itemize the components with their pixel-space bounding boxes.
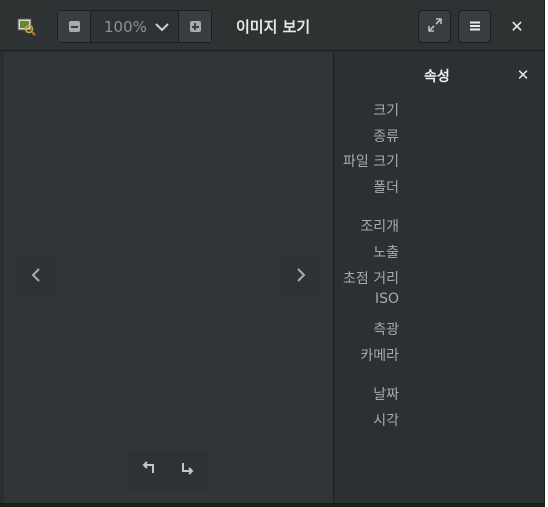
close-icon: ✕ — [510, 16, 524, 36]
zoom-in-button[interactable] — [178, 11, 211, 42]
close-icon: ✕ — [516, 66, 530, 84]
fullscreen-button[interactable] — [418, 10, 451, 43]
image-viewer-window: 100% 이미지 보기 ✕ 속성 ✕ 크기 종류 파일 크기 폴더 조리개 노출… — [0, 0, 545, 504]
chevron-left-icon — [31, 264, 41, 288]
property-label-folder: 폴더 — [373, 180, 399, 196]
rotate-right-icon — [181, 460, 195, 480]
rotate-left-icon — [141, 460, 155, 480]
property-label-date: 날짜 — [373, 387, 399, 403]
zoom-out-button[interactable] — [58, 11, 91, 42]
property-label-iso: ISO — [374, 291, 399, 307]
chevron-down-icon — [155, 18, 169, 36]
hamburger-menu-icon — [469, 17, 481, 36]
property-label-metering: 측광 — [373, 322, 399, 338]
property-label-size: 크기 — [373, 103, 399, 119]
rotate-left-button[interactable] — [128, 450, 168, 490]
image-display-area[interactable] — [4, 52, 333, 503]
property-label-focal-length: 초점 거리 — [343, 271, 399, 287]
property-label-file-size: 파일 크기 — [343, 154, 399, 170]
zoom-control: 100% — [57, 10, 212, 43]
properties-close-button[interactable]: ✕ — [512, 64, 534, 86]
rotate-right-button[interactable] — [168, 450, 208, 490]
rotate-controls — [128, 450, 208, 490]
next-image-button[interactable] — [281, 256, 321, 296]
zoom-level-dropdown[interactable]: 100% — [91, 11, 178, 42]
header-bar: 100% 이미지 보기 ✕ — [0, 0, 544, 51]
window-title: 이미지 보기 — [236, 18, 311, 36]
chevron-right-icon — [296, 264, 306, 288]
property-label-exposure: 노출 — [373, 245, 399, 261]
window-close-button[interactable]: ✕ — [506, 15, 528, 37]
property-label-time: 시각 — [373, 413, 399, 429]
properties-title: 속성 — [424, 69, 450, 85]
property-label-type: 종류 — [373, 129, 399, 145]
properties-panel: 속성 ✕ 크기 종류 파일 크기 폴더 조리개 노출 초점 거리 ISO 측광 … — [333, 52, 544, 503]
fullscreen-icon — [427, 17, 442, 36]
main-menu-button[interactable] — [458, 10, 491, 43]
image-viewer-icon — [16, 16, 36, 36]
zoom-out-icon — [68, 21, 80, 32]
zoom-in-icon — [189, 21, 201, 32]
property-label-aperture: 조리개 — [360, 219, 399, 235]
zoom-level-value: 100% — [104, 17, 147, 36]
previous-image-button[interactable] — [16, 256, 56, 296]
property-label-camera: 카메라 — [360, 348, 399, 364]
